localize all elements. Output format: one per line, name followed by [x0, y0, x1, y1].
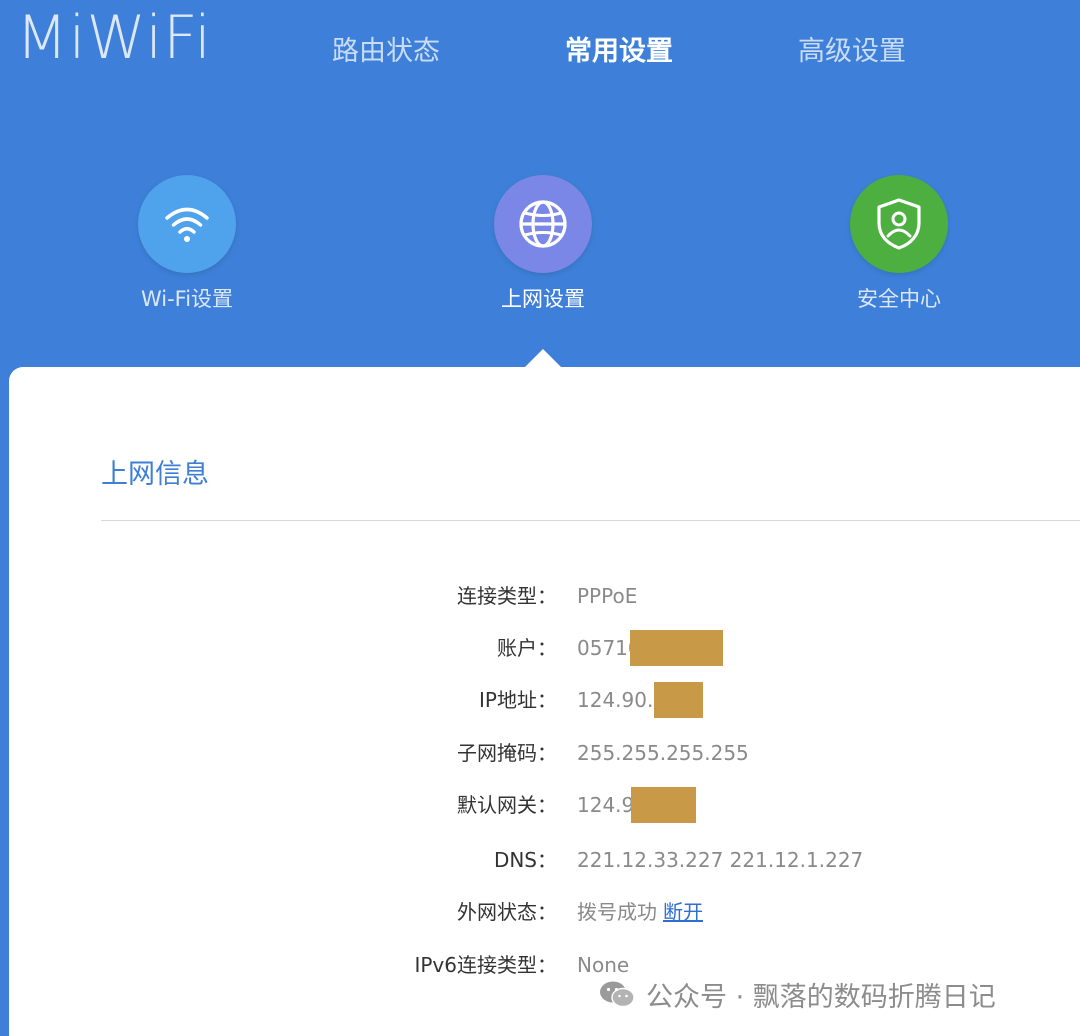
ipv6-type-label: IPv6连接类型： [414, 953, 557, 977]
info-row-gateway: 默认网关： 124.90 [9, 787, 1080, 823]
security-center-button[interactable]: 安全中心 [789, 175, 1009, 313]
tab-router-status[interactable]: 路由状态 [332, 30, 440, 74]
content-panel: 上网信息 连接类型： PPPoE 账户： 05710 IP地址： 124.90.… [9, 367, 1080, 1036]
tab-advanced-settings[interactable]: 高级设置 [798, 30, 906, 74]
wifi-settings-button[interactable]: Wi-Fi设置 [77, 175, 297, 313]
watermark-text: 公众号 · 飘落的数码折腾日记 [646, 981, 996, 1013]
info-row-dns: DNS： 221.12.33.227 221.12.1.227 [9, 842, 1080, 878]
ip-value: 124.90.8 [577, 688, 667, 712]
wifi-icon [165, 207, 209, 242]
security-center-label: 安全中心 [857, 287, 941, 311]
ip-redaction [654, 682, 703, 718]
active-function-pointer [524, 349, 562, 368]
subnet-value: 255.255.255.255 [577, 741, 749, 765]
internet-settings-circle [494, 175, 592, 273]
internet-settings-label: 上网设置 [501, 287, 585, 311]
top-header: MiWiFi 路由状态 常用设置 高级设置 Wi-Fi设置 上网设置 安全中心 [0, 0, 1080, 370]
info-row-wan-status: 外网状态： 拨号成功 断开 [9, 894, 1080, 930]
dns-label: DNS： [493, 848, 557, 872]
globe-icon [519, 200, 567, 248]
account-redaction [630, 630, 723, 666]
security-center-circle [850, 175, 948, 273]
disconnect-link[interactable]: 断开 [663, 900, 703, 924]
wan-status-label: 外网状态： [457, 900, 557, 924]
tab-common-settings[interactable]: 常用设置 [565, 30, 673, 74]
section-divider [101, 520, 1080, 521]
gateway-label: 默认网关： [457, 793, 557, 817]
subnet-label: 子网掩码： [457, 741, 557, 765]
ip-label: IP地址： [479, 688, 557, 712]
dns-value: 221.12.33.227 221.12.1.227 [577, 848, 864, 872]
wechat-icon [600, 981, 635, 1008]
wifi-settings-label: Wi-Fi设置 [140, 287, 234, 311]
internet-settings-button[interactable]: 上网设置 [433, 175, 653, 313]
info-row-account: 账户： 05710 [9, 630, 1080, 666]
miwifi-logo: MiWiFi [16, 3, 212, 73]
shield-user-icon [877, 198, 921, 250]
gateway-redaction [631, 787, 696, 823]
wifi-settings-circle [138, 175, 236, 273]
wan-status-value: 拨号成功 [577, 900, 657, 924]
wan-status-value-group: 拨号成功 断开 [577, 894, 703, 930]
watermark: 公众号 · 飘落的数码折腾日记 [598, 974, 996, 1014]
section-title: 上网信息 [101, 459, 209, 490]
info-row-subnet: 子网掩码： 255.255.255.255 [9, 735, 1080, 771]
connection-type-value: PPPoE [577, 584, 638, 608]
info-row-ip: IP地址： 124.90.8 [9, 682, 1080, 718]
account-label: 账户： [497, 636, 557, 660]
info-row-connection-type: 连接类型： PPPoE [9, 578, 1080, 614]
connection-type-label: 连接类型： [457, 584, 557, 608]
